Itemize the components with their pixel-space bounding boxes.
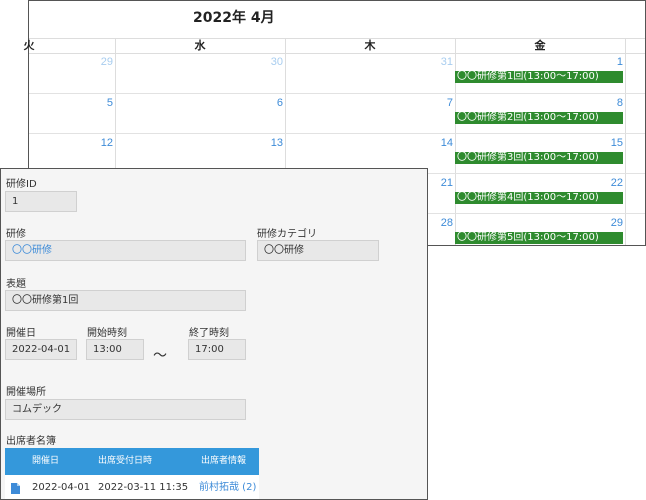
training-category-label: 研修カテゴリ (257, 229, 317, 240)
weekday-thu: 木 (364, 39, 376, 52)
subject-label: 表題 (6, 279, 26, 290)
calendar-date[interactable]: 29 (69, 56, 113, 68)
attendance-received-cell: 2022-03-11 11:35 (98, 482, 189, 493)
calendar-date[interactable]: 15 (579, 137, 623, 149)
calendar-event[interactable]: 〇〇研修第2回(13:00～17:00) (455, 112, 623, 124)
attendance-date-cell: 2022-04-01 (32, 482, 91, 493)
calendar-header-border (29, 53, 645, 54)
time-range-separator: ～ (153, 348, 167, 364)
calendar-date[interactable]: 14 (409, 137, 453, 149)
calendar-date[interactable]: 8 (579, 97, 623, 109)
attendance-list-label: 出席者名簿 (6, 436, 56, 447)
column-header-received[interactable]: 出席受付日時 (98, 448, 152, 475)
training-id-field: 1 (5, 191, 77, 212)
training-link-field[interactable]: 〇〇研修 (5, 240, 246, 261)
venue-field: コムデック (5, 399, 246, 420)
calendar-date[interactable]: 7 (409, 97, 453, 109)
calendar-date[interactable]: 6 (239, 97, 283, 109)
calendar-date[interactable]: 13 (239, 137, 283, 149)
calendar-event[interactable]: 〇〇研修第5回(13:00～17:00) (455, 232, 623, 244)
event-date-field: 2022-04-01 (5, 339, 77, 360)
column-header-attendee[interactable]: 出席者情報 (201, 448, 246, 475)
subject-field: 〇〇研修第1回 (5, 290, 246, 311)
start-time-label: 開始時刻 (87, 328, 127, 339)
column-header-date[interactable]: 開催日 (32, 448, 59, 475)
training-id-label: 研修ID (6, 179, 37, 190)
calendar-event[interactable]: 〇〇研修第4回(13:00～17:00) (455, 192, 623, 204)
calendar-date[interactable]: 12 (69, 137, 113, 149)
attendance-table-header: 開催日 出席受付日時 出席者情報 (5, 448, 259, 475)
weekday-fri: 金 (534, 39, 546, 52)
calendar-month-title: 2022年 4月 (193, 10, 275, 26)
calendar-date[interactable]: 22 (579, 177, 623, 189)
weekday-tue: 火 (23, 39, 35, 52)
table-row[interactable]: 2022-04-01 2022-03-11 11:35 前村拓哉 (2) (5, 475, 259, 499)
calendar-date[interactable]: 5 (69, 97, 113, 109)
calendar-row-line (29, 93, 645, 94)
weekday-wed: 水 (194, 39, 206, 52)
record-detail-panel: 研修ID 1 研修 〇〇研修 研修カテゴリ 〇〇研修 表題 〇〇研修第1回 開催… (0, 168, 428, 500)
calendar-date[interactable]: 30 (239, 56, 283, 68)
event-date-label: 開催日 (6, 328, 36, 339)
venue-label: 開催場所 (6, 387, 46, 398)
end-time-field: 17:00 (188, 339, 246, 360)
calendar-date[interactable]: 29 (579, 217, 623, 229)
attendee-link[interactable]: 前村拓哉 (2) (199, 475, 256, 499)
training-label: 研修 (6, 229, 26, 240)
calendar-date[interactable]: 1 (579, 56, 623, 68)
end-time-label: 終了時刻 (189, 328, 229, 339)
calendar-row-line (29, 133, 645, 134)
calendar-event[interactable]: 〇〇研修第3回(13:00～17:00) (455, 152, 623, 164)
document-icon[interactable] (11, 483, 20, 494)
calendar-date[interactable]: 31 (409, 56, 453, 68)
training-category-field: 〇〇研修 (257, 240, 379, 261)
calendar-event[interactable]: 〇〇研修第1回(13:00～17:00) (455, 71, 623, 83)
start-time-field: 13:00 (86, 339, 144, 360)
